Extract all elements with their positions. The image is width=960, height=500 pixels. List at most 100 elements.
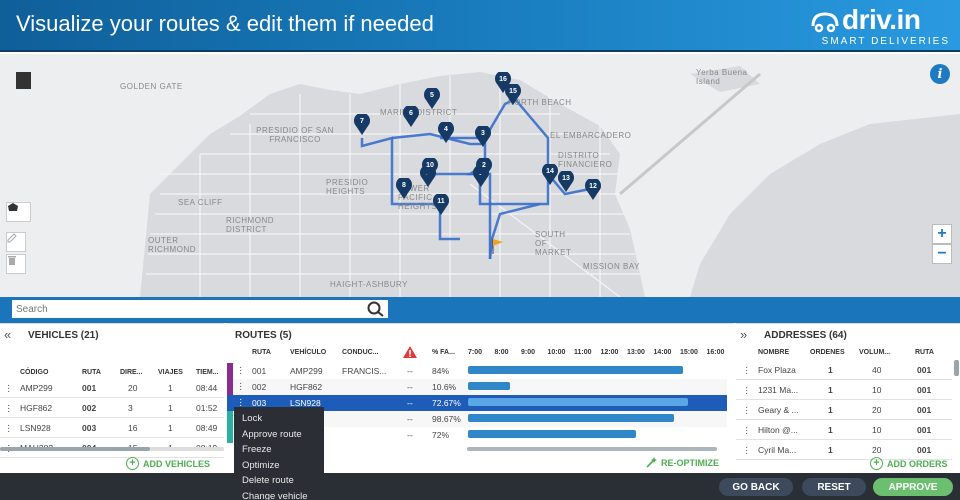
magic-wand-icon: [646, 457, 657, 468]
col-nombre[interactable]: NOMBRE: [758, 349, 789, 356]
row-drag-handle-icon[interactable]: ···: [745, 383, 748, 399]
route-cell-ruta: 002: [252, 382, 267, 392]
route-gantt-bar[interactable]: [468, 366, 684, 374]
polygon-draw-button[interactable]: [6, 202, 31, 222]
route-marker-5[interactable]: 5: [424, 88, 440, 110]
row-drag-handle-icon[interactable]: ···: [745, 443, 748, 459]
route-marker-7[interactable]: 7: [354, 114, 370, 136]
marker-number: 10: [426, 162, 434, 169]
marker-number: 16: [499, 76, 507, 83]
col-tiempo[interactable]: TIEM...: [196, 369, 219, 376]
col-codigo[interactable]: CÓDIGO: [20, 369, 48, 376]
go-back-button[interactable]: GO BACK: [719, 478, 793, 496]
route-marker-6[interactable]: 6: [403, 106, 419, 128]
routes-title: ROUTES (5): [235, 330, 292, 341]
add-vehicles-button[interactable]: + ADD VEHICLES: [126, 457, 210, 470]
collapse-left-icon[interactable]: «: [4, 327, 11, 342]
route-menu-icon[interactable]: ···: [239, 363, 242, 379]
add-orders-button[interactable]: + ADD ORDERS: [870, 457, 948, 470]
col-direcciones[interactable]: DIRE...: [120, 369, 143, 376]
route-map[interactable]: Golden Gate PRESIDIO OF SAN FRANCISCO MA…: [0, 54, 960, 297]
route-gantt-bar[interactable]: [468, 382, 511, 390]
app-header: Visualize your routes & edit them if nee…: [0, 0, 960, 52]
edit-shape-button[interactable]: [6, 232, 26, 252]
row-drag-handle-icon[interactable]: ···: [7, 421, 10, 437]
vehicles-scroll-thumb[interactable]: [0, 447, 150, 451]
search-input[interactable]: [12, 300, 388, 318]
delete-shape-button[interactable]: [6, 254, 26, 274]
approve-button[interactable]: APPROVE: [873, 478, 953, 496]
route-marker-16[interactable]: 16: [495, 72, 511, 94]
col-ordenes[interactable]: ORDENES: [810, 349, 845, 356]
re-optimize-button[interactable]: RE-OPTIMIZE: [645, 457, 719, 469]
reset-button[interactable]: RESET: [802, 478, 866, 496]
gantt-hour-label: 7:00: [468, 349, 483, 356]
route-cell-pct: 72%: [432, 430, 450, 440]
row-drag-handle-icon[interactable]: ···: [745, 363, 748, 379]
row-drag-handle-icon[interactable]: ···: [745, 423, 748, 439]
vehicle-cell: LSN928: [20, 423, 51, 433]
gantt-hour-label: 15:00: [680, 349, 698, 356]
route-marker-11[interactable]: 11: [433, 194, 449, 216]
gantt-hour-label: 12:00: [600, 349, 619, 356]
zoom-in-button[interactable]: +: [932, 224, 952, 244]
route-marker-8[interactable]: 8: [396, 178, 412, 200]
route-marker-13[interactable]: 13: [558, 171, 574, 193]
col-route-ruta[interactable]: RUTA: [252, 349, 271, 356]
row-drag-handle-icon[interactable]: ···: [7, 381, 10, 397]
col-route-conductor[interactable]: CONDUC...: [342, 349, 379, 356]
context-menu-item[interactable]: Approve route: [234, 427, 324, 443]
route-marker-12[interactable]: 12: [585, 179, 601, 201]
route-marker-10[interactable]: 10: [422, 158, 438, 180]
search-icon[interactable]: [366, 300, 386, 318]
marker-number: 7: [360, 118, 364, 125]
col-viajes[interactable]: VIAJES: [158, 369, 183, 376]
collapse-right-icon[interactable]: »: [740, 327, 747, 342]
row-drag-handle-icon[interactable]: ···: [7, 401, 10, 417]
plus-circle-icon: +: [126, 457, 139, 470]
route-cell-ruta: 001: [252, 366, 267, 376]
route-gantt-bar[interactable]: [468, 430, 637, 438]
context-menu-item[interactable]: Change vehicle: [234, 489, 324, 500]
context-menu-item[interactable]: Delete route: [234, 473, 324, 489]
route-cell-pct: 84%: [432, 366, 450, 376]
search-bar: [0, 297, 960, 323]
route-gantt-bar[interactable]: [468, 398, 688, 406]
col-route-vehiculo[interactable]: VEHÍCULO: [290, 349, 326, 356]
vehicles-title: VEHICLES (21): [28, 330, 99, 341]
marker-number: 13: [562, 175, 570, 182]
vehicle-cell: 003: [82, 423, 97, 433]
map-label-haight: HAIGHT-ASHBURY: [330, 280, 408, 289]
fullscreen-toggle[interactable]: [16, 72, 31, 89]
context-menu-item[interactable]: Freeze: [234, 442, 324, 458]
col-volumen[interactable]: VOLUM...: [859, 349, 890, 356]
row-divider: [0, 437, 224, 438]
route-gantt-bar[interactable]: [468, 414, 674, 422]
route-marker-2[interactable]: 2: [476, 158, 492, 180]
vehicle-cell: 002: [82, 403, 97, 413]
address-cell: 1: [828, 365, 833, 375]
marker-number: 11: [437, 198, 445, 205]
row-drag-handle-icon[interactable]: ···: [745, 403, 748, 419]
address-cell: 001: [917, 405, 932, 415]
routes-scroll-thumb[interactable]: [467, 447, 717, 451]
col-ruta[interactable]: RUTA: [82, 369, 101, 376]
polygon-icon: [8, 203, 18, 211]
route-menu-icon[interactable]: ···: [239, 395, 242, 411]
vehicle-cell: 3: [128, 403, 133, 413]
route-marker-4[interactable]: 4: [438, 122, 454, 144]
row-divider: [736, 399, 952, 400]
truck-logo-icon: [811, 12, 839, 33]
addresses-scroll-thumb[interactable]: [954, 360, 959, 376]
context-menu-item[interactable]: Lock: [234, 411, 324, 427]
zoom-out-button[interactable]: −: [932, 244, 952, 264]
route-menu-icon[interactable]: ···: [239, 379, 242, 395]
info-button[interactable]: i: [930, 64, 950, 84]
route-marker-14[interactable]: 14: [542, 164, 558, 186]
address-cell: Cyril Ma...: [758, 445, 797, 455]
col-address-ruta[interactable]: RUTA: [915, 349, 934, 356]
context-menu-item[interactable]: Optimize: [234, 458, 324, 474]
vehicle-cell: 001: [82, 383, 97, 393]
route-marker-3[interactable]: 3: [475, 126, 491, 148]
col-route-percent[interactable]: % FA...: [432, 349, 455, 356]
